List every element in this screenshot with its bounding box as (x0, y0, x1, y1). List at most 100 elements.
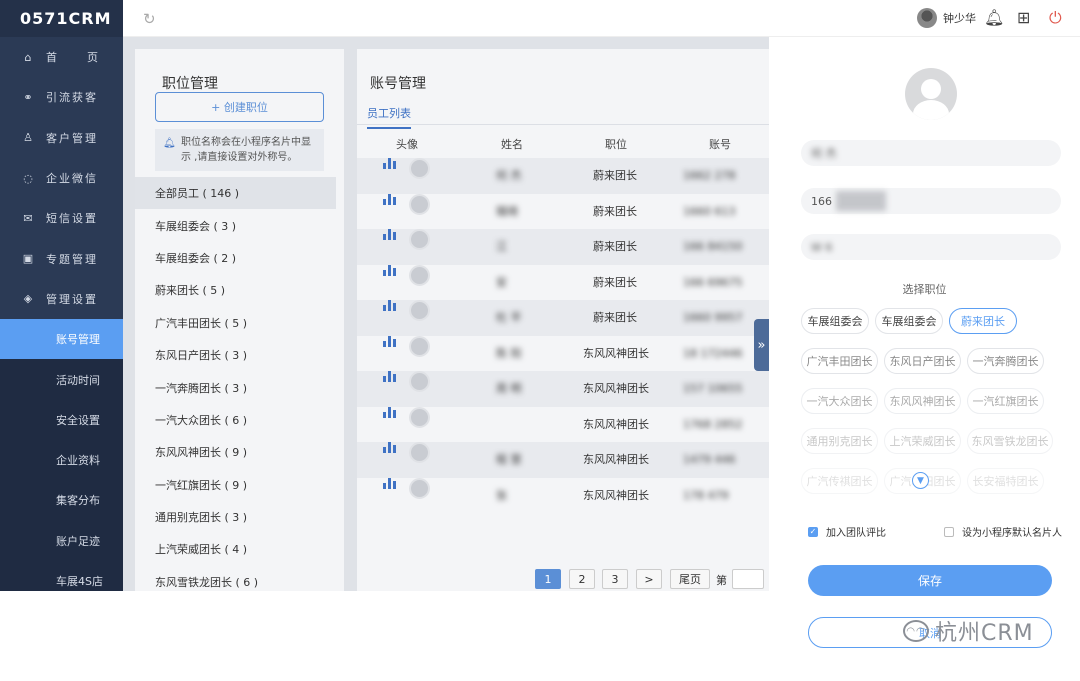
wechat-field[interactable]: W 6 (801, 234, 1061, 260)
employee-account: 1662 278 (683, 169, 736, 182)
position-item[interactable]: 车展组委会 ( 2 ) (135, 242, 344, 274)
sidebar-item-admin[interactable]: ◈ 管理设置 (0, 278, 123, 320)
user-icon: ♙ (23, 131, 35, 145)
grid-icon[interactable]: ⊞ (1017, 8, 1030, 27)
position-item[interactable]: 东风风神团长 ( 9 ) (135, 436, 344, 468)
sidebar-item-customers[interactable]: ♙ 客户管理 (0, 118, 123, 158)
sidebar-subitem-company-info[interactable]: 企业资料 (0, 439, 123, 481)
position-tag[interactable]: 一汽奔腾团长 (967, 348, 1044, 374)
position-item[interactable]: 一汽奔腾团长 ( 3 ) (135, 371, 344, 403)
table-row[interactable]: 杜 平 蔚来团长 1660 9957 (357, 300, 769, 336)
sidebar-subitem-accounts[interactable]: 账号管理 (0, 319, 123, 360)
next-page-button[interactable]: > (636, 569, 662, 589)
position-item[interactable]: 广汽丰田团长 ( 5 ) (135, 307, 344, 339)
create-position-button[interactable]: + 创建职位 (155, 92, 324, 122)
sidebar-subitem-security[interactable]: 安全设置 (0, 399, 123, 440)
share-icon: ⚭ (23, 90, 35, 104)
position-tag[interactable]: 一汽大众团长 (801, 388, 878, 414)
position-tip: 🔔︎ 职位名称会在小程序名片中显示 ,请直接设置对外称号。 (155, 129, 324, 171)
table-row[interactable]: 程 慧 东风风神团长 1479 446 (357, 442, 769, 478)
edit-employee-drawer: 何 杰 166 W 6 选择职位 车展组委会 车展组委会 蔚来团长 广汽丰田团长… (769, 37, 1080, 681)
save-button[interactable]: 保存 (808, 565, 1052, 596)
employee-account: 1768 2852 (683, 417, 743, 431)
position-item[interactable]: 车展组委会 ( 3 ) (135, 209, 344, 241)
position-item[interactable]: 通用别克团长 ( 3 ) (135, 501, 344, 533)
table-row[interactable]: 张 东风风神团长 178 479 (357, 477, 769, 514)
employee-account: 157 10655 (683, 382, 743, 395)
position-item[interactable]: 一汽红旗团长 ( 9 ) (135, 469, 344, 501)
position-tag[interactable]: 东风风神团长 (884, 388, 961, 414)
sidebar-item-topics[interactable]: ▣ 专题管理 (0, 238, 123, 278)
position-tag[interactable]: 东风日产团长 (884, 348, 961, 374)
table-row[interactable]: 璐琦 蔚来团长 1660 613 (357, 193, 769, 230)
position-tag[interactable]: 车展组委会 (801, 308, 869, 334)
stats-icon[interactable] (383, 158, 396, 169)
stats-icon[interactable] (383, 477, 396, 489)
position-tag-selected[interactable]: 蔚来团长 (949, 308, 1017, 334)
position-list: 全部员工 ( 146 ) 车展组委会 ( 3 ) 车展组委会 ( 2 ) 蔚来团… (135, 177, 344, 598)
position-item[interactable]: 一汽大众团长 ( 6 ) (135, 404, 344, 436)
position-tag[interactable]: 广汽传祺团长 (801, 468, 878, 494)
position-tag[interactable]: 东风雪铁龙团长 (967, 428, 1053, 454)
collapse-drawer-handle[interactable]: » (754, 319, 769, 371)
stats-icon[interactable] (383, 335, 396, 347)
employee-name: 安 (496, 275, 507, 289)
stats-icon[interactable] (383, 193, 396, 205)
sidebar-subitem-distribution[interactable]: 集客分布 (0, 480, 123, 521)
refresh-icon[interactable]: ↻ (143, 10, 156, 28)
stats-icon[interactable] (383, 371, 396, 382)
checkbox-unchecked[interactable] (944, 526, 954, 537)
position-item[interactable]: 上汽荣威团长 ( 4 ) (135, 533, 344, 565)
avatar[interactable] (905, 68, 957, 120)
sidebar-item-home[interactable]: ⌂ 首 页 (0, 37, 123, 77)
table-row[interactable]: 江 蔚来团长 166 84150 (357, 229, 769, 265)
table-row[interactable]: 何 杰 蔚来团长 1662 278 (357, 158, 769, 194)
stats-icon[interactable] (383, 406, 396, 418)
avatar (409, 300, 430, 321)
position-tag[interactable]: 长安福特团长 (967, 468, 1044, 494)
bell-icon[interactable]: 🔔︎ (984, 8, 1004, 27)
user-menu[interactable]: 钟少华 (917, 8, 976, 28)
sidebar-item-wecom[interactable]: ◌ 企业微信 (0, 158, 123, 198)
page-3-button[interactable]: 3 (602, 569, 628, 589)
position-tag[interactable]: 广汽丰田团长 (801, 348, 878, 374)
tab-employee-list[interactable]: 员工列表 (367, 105, 411, 129)
position-tag[interactable]: 上汽荣威团长 (884, 428, 961, 454)
expand-tags-button[interactable]: ▼ (912, 472, 929, 489)
position-item[interactable]: 东风日产团长 ( 3 ) (135, 339, 344, 371)
position-tag[interactable]: 通用别克团长 (801, 428, 878, 454)
page-1-button[interactable]: 1 (535, 569, 561, 589)
table-row[interactable]: 安 蔚来团长 166 69675 (357, 264, 769, 301)
avatar (409, 442, 430, 463)
sidebar-subitem-4s-stores[interactable]: 车展4S店 (0, 560, 123, 591)
position-item[interactable]: 东风雪铁龙团长 ( 6 ) (135, 566, 344, 598)
table-row[interactable]: 东风风神团长 1768 2852 (357, 406, 769, 443)
stats-icon[interactable] (383, 229, 396, 240)
position-tag[interactable]: 车展组委会 (875, 308, 943, 334)
phone-field[interactable]: 166 (801, 188, 1061, 214)
stats-icon[interactable] (383, 442, 396, 453)
avatar (917, 8, 937, 28)
default-card-checkbox[interactable]: 设为小程序默认名片人 (944, 524, 1062, 539)
position-tag[interactable]: 一汽红旗团长 (967, 388, 1044, 414)
table-row[interactable]: 陈 阳 东风风神团长 18 172446 (357, 335, 769, 372)
position-item[interactable]: 蔚来团长 ( 5 ) (135, 274, 344, 306)
checkbox-checked[interactable]: ✓ (808, 526, 818, 537)
avatar (409, 371, 430, 392)
team-ranking-checkbox[interactable]: ✓ 加入团队评比 (808, 524, 886, 539)
power-icon[interactable]: ⏻ (1049, 8, 1062, 28)
table-row[interactable]: 周 明 东风风神团长 157 10655 (357, 371, 769, 407)
stats-icon[interactable] (383, 300, 396, 311)
sidebar-subitem-footprint[interactable]: 账户足迹 (0, 520, 123, 561)
goto-page-input[interactable] (732, 569, 764, 589)
employee-position: 蔚来团长 (593, 169, 637, 182)
name-field[interactable]: 何 杰 (801, 140, 1061, 166)
sidebar-subitem-activity-time[interactable]: 活动时间 (0, 359, 123, 400)
sidebar-item-leads[interactable]: ⚭ 引流获客 (0, 77, 123, 117)
position-item[interactable]: 全部员工 ( 146 ) (135, 177, 336, 210)
sidebar-item-sms[interactable]: ✉ 短信设置 (0, 198, 123, 238)
stats-icon[interactable] (383, 264, 396, 276)
page-2-button[interactable]: 2 (569, 569, 595, 589)
watermark: ◠◠ 杭州CRM (903, 615, 1034, 647)
last-page-button[interactable]: 尾页 (670, 569, 710, 589)
